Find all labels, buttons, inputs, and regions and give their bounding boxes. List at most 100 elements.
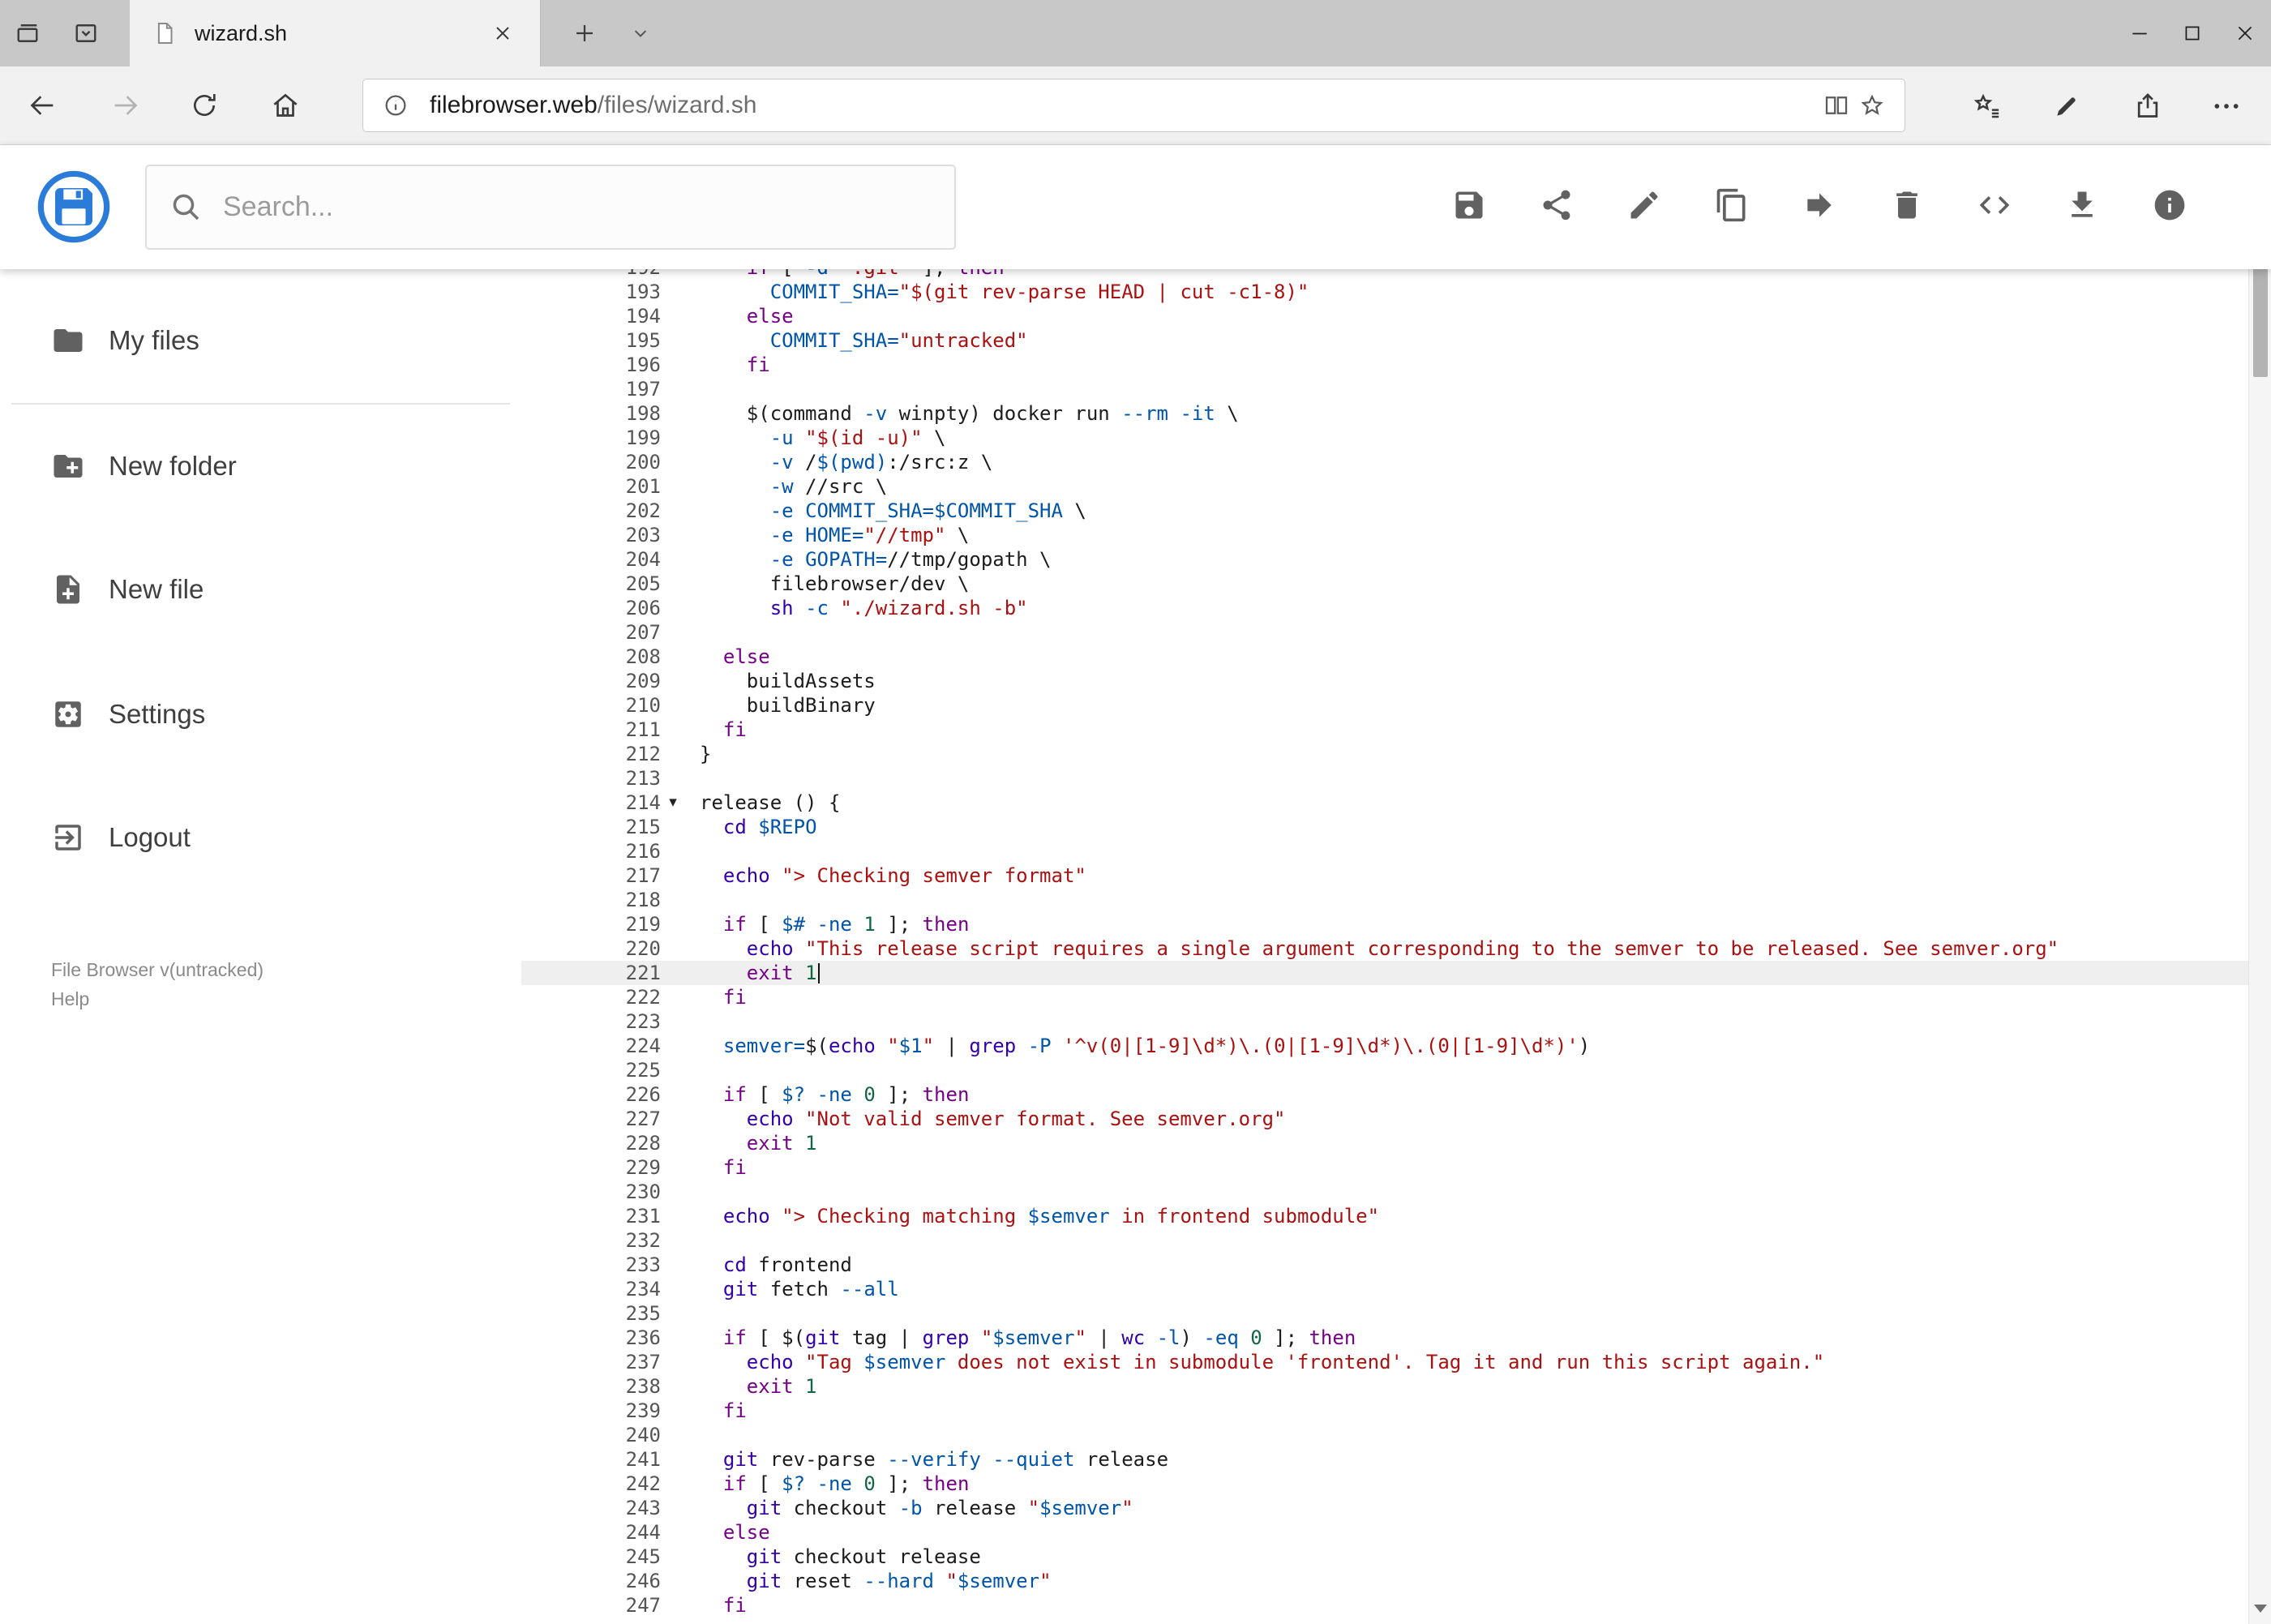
code-line-212[interactable]: 212} <box>521 742 2248 766</box>
code-line-219[interactable]: 219 if [ $# -ne 1 ]; then <box>521 912 2248 936</box>
code-line-220[interactable]: 220 echo "This release script requires a… <box>521 936 2248 961</box>
code-line-226[interactable]: 226 if [ $? -ne 0 ]; then <box>521 1082 2248 1107</box>
code-line-199[interactable]: 199 -u "$(id -u)" \ <box>521 426 2248 450</box>
code-line-233[interactable]: 233 cd frontend <box>521 1253 2248 1277</box>
tab-preview-icon[interactable] <box>68 15 104 51</box>
code-line-192[interactable]: 192 if [ -d ".git" ]; then <box>521 269 2248 280</box>
code-line-228[interactable]: 228 exit 1 <box>521 1131 2248 1155</box>
code-line-242[interactable]: 242 if [ $? -ne 0 ]; then <box>521 1472 2248 1496</box>
tab-title: wizard.sh <box>195 20 288 45</box>
code-line-214[interactable]: 214 ▾ release () { <box>521 791 2248 815</box>
code-line-211[interactable]: 211 fi <box>521 718 2248 742</box>
code-line-244[interactable]: 244 else <box>521 1520 2248 1545</box>
help-link[interactable]: Help <box>51 984 264 1013</box>
refresh-icon[interactable] <box>186 88 222 123</box>
move-button[interactable] <box>1802 187 1837 223</box>
code-line-235[interactable]: 235 <box>521 1301 2248 1326</box>
code-line-194[interactable]: 194 else <box>521 304 2248 328</box>
code-line-193[interactable]: 193 COMMIT_SHA="$(git rev-parse HEAD | c… <box>521 280 2248 304</box>
tab-close-icon[interactable] <box>486 17 519 49</box>
code-line-213[interactable]: 213 <box>521 766 2248 791</box>
code-line-221[interactable]: 221 exit 1 <box>521 961 2248 985</box>
code-line-241[interactable]: 241 git rev-parse --verify --quiet relea… <box>521 1447 2248 1472</box>
reading-view-icon[interactable] <box>1819 88 1854 123</box>
more-options-icon[interactable] <box>2208 88 2245 125</box>
search-input[interactable] <box>223 191 932 223</box>
copy-button[interactable] <box>1714 187 1750 223</box>
code-line-195[interactable]: 195 COMMIT_SHA="untracked" <box>521 328 2248 353</box>
sidebar-item-new-file[interactable]: New file <box>0 557 521 622</box>
code-line-224[interactable]: 224 semver=$(echo "$1" | grep -P '^v(0|[… <box>521 1034 2248 1058</box>
code-line-204[interactable]: 204 -e GOPATH=//tmp/gopath \ <box>521 547 2248 572</box>
code-line-207[interactable]: 207 <box>521 620 2248 645</box>
code-line-232[interactable]: 232 <box>521 1228 2248 1253</box>
sidebar-item-logout[interactable]: Logout <box>0 805 521 870</box>
code-line-216[interactable]: 216 <box>521 839 2248 863</box>
info-button[interactable] <box>2152 187 2187 223</box>
code-line-237[interactable]: 237 echo "Tag $semver does not exist in … <box>521 1350 2248 1374</box>
code-line-231[interactable]: 231 echo "> Checking matching $semver in… <box>521 1204 2248 1228</box>
raw-code-button[interactable] <box>1977 187 2012 223</box>
code-line-234[interactable]: 234 git fetch --all <box>521 1277 2248 1301</box>
set-tabs-aside-icon[interactable] <box>10 15 45 51</box>
site-info-icon[interactable] <box>378 88 413 123</box>
code-line-197[interactable]: 197 <box>521 377 2248 401</box>
code-line-196[interactable]: 196 fi <box>521 353 2248 377</box>
code-line-230[interactable]: 230 <box>521 1180 2248 1204</box>
code-line-240[interactable]: 240 <box>521 1423 2248 1447</box>
code-line-243[interactable]: 243 git checkout -b release "$semver" <box>521 1496 2248 1520</box>
code-line-229[interactable]: 229 fi <box>521 1155 2248 1180</box>
code-line-200[interactable]: 200 -v /$(pwd):/src:z \ <box>521 450 2248 474</box>
code-line-198[interactable]: 198 $(command -v winpty) docker run --rm… <box>521 401 2248 426</box>
sidebar-item-my-files[interactable]: My files <box>0 308 521 373</box>
code-line-205[interactable]: 205 filebrowser/dev \ <box>521 572 2248 596</box>
tab-list-chevron-icon[interactable] <box>623 15 658 51</box>
code-line-223[interactable]: 223 <box>521 1009 2248 1034</box>
code-line-225[interactable]: 225 <box>521 1058 2248 1082</box>
close-button[interactable] <box>2218 0 2271 66</box>
code-line-238[interactable]: 238 exit 1 <box>521 1374 2248 1399</box>
forward-icon[interactable] <box>108 88 144 123</box>
fold-gutter <box>661 1228 685 1253</box>
sidebar-item-new-folder[interactable]: New folder <box>0 434 521 499</box>
code-line-227[interactable]: 227 echo "Not valid semver format. See s… <box>521 1107 2248 1131</box>
address-bar[interactable]: filebrowser.web/files/wizard.sh <box>362 79 1905 132</box>
maximize-button[interactable] <box>2166 0 2218 66</box>
code-line-246[interactable]: 246 git reset --hard "$semver" <box>521 1569 2248 1593</box>
code-line-239[interactable]: 239 fi <box>521 1399 2248 1423</box>
code-line-217[interactable]: 217 echo "> Checking semver format" <box>521 863 2248 888</box>
delete-button[interactable] <box>1889 187 1925 223</box>
minimize-button[interactable] <box>2113 0 2166 66</box>
code-editor[interactable]: 192 if [ -d ".git" ]; then193 COMMIT_SHA… <box>521 269 2248 1624</box>
code-line-215[interactable]: 215 cd $REPO <box>521 815 2248 839</box>
home-icon[interactable] <box>268 88 303 123</box>
back-icon[interactable] <box>24 88 60 123</box>
tab-wizard-sh[interactable]: wizard.sh <box>130 0 541 66</box>
share-icon[interactable] <box>2129 88 2166 125</box>
code-line-206[interactable]: 206 sh -c "./wizard.sh -b" <box>521 596 2248 620</box>
save-button[interactable] <box>1451 187 1487 223</box>
code-line-218[interactable]: 218 <box>521 888 2248 912</box>
code-line-202[interactable]: 202 -e COMMIT_SHA=$COMMIT_SHA \ <box>521 499 2248 523</box>
sidebar-item-settings[interactable]: Settings <box>0 682 521 747</box>
code-line-210[interactable]: 210 buildBinary <box>521 693 2248 718</box>
hub-favorites-icon[interactable] <box>1969 88 2006 125</box>
code-line-208[interactable]: 208 else <box>521 645 2248 669</box>
code-line-222[interactable]: 222 fi <box>521 985 2248 1009</box>
search-box[interactable] <box>145 165 956 250</box>
rename-edit-button[interactable] <box>1626 187 1662 223</box>
code-line-236[interactable]: 236 if [ $(git tag | grep "$semver" | wc… <box>521 1326 2248 1350</box>
favorite-star-icon[interactable] <box>1854 88 1890 123</box>
scroll-down-icon[interactable] <box>2249 1596 2271 1621</box>
web-note-pen-icon[interactable] <box>2048 88 2085 125</box>
fold-marker-icon[interactable]: ▾ <box>661 791 685 815</box>
vertical-scrollbar[interactable] <box>2248 145 2271 1624</box>
code-line-203[interactable]: 203 -e HOME="//tmp" \ <box>521 523 2248 547</box>
share-file-button[interactable] <box>1539 187 1575 223</box>
code-line-201[interactable]: 201 -w //src \ <box>521 474 2248 499</box>
code-line-209[interactable]: 209 buildAssets <box>521 669 2248 693</box>
code-line-247[interactable]: 247 fi <box>521 1593 2248 1618</box>
new-tab-button[interactable] <box>567 15 602 51</box>
download-button[interactable] <box>2064 187 2100 223</box>
code-line-245[interactable]: 245 git checkout release <box>521 1545 2248 1569</box>
